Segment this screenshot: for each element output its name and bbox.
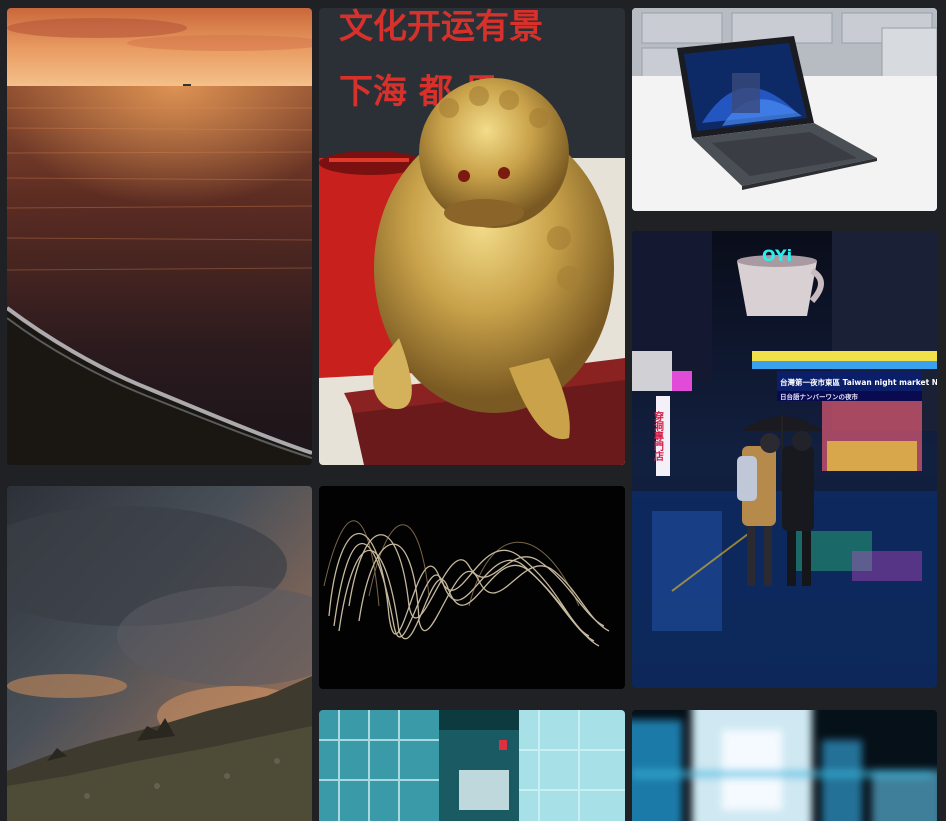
photo-glass-building[interactable] (319, 710, 625, 821)
sunset-image (7, 8, 312, 465)
photo-laptop-on-counter[interactable] (632, 8, 937, 211)
photo-gallery-grid: 文化开运有景 下海 都 果 OYi 台灣第一夜市東區 Taiwan night … (0, 0, 946, 821)
blur-image (632, 710, 937, 821)
vertical-sign: 穿洞專門店 (652, 410, 664, 462)
photo-blurred-cyan-lights[interactable] (632, 710, 937, 821)
street-image: OYi 台灣第一夜市東區 Taiwan night market NO.1 日台… (632, 231, 937, 688)
laptop-image (632, 8, 937, 211)
dusk-image (7, 486, 312, 821)
photo-golden-lion-statue[interactable]: 文化开运有景 下海 都 果 (319, 8, 625, 465)
photo-neon-street-umbrella[interactable]: OYi 台灣第一夜市東區 Taiwan night market NO.1 日台… (632, 231, 937, 688)
lion-image: 文化开运有景 下海 都 果 (319, 8, 625, 465)
market-sign: 台灣第一夜市東區 Taiwan night market NO.1 (780, 377, 937, 387)
oyi-sign: OYi (762, 246, 792, 265)
market-sign-line2: 日台語ナンバーワンの夜市 (780, 392, 859, 401)
building-image (319, 710, 625, 821)
photo-light-trail-abstract[interactable] (319, 486, 625, 689)
lion-sign-line1: 文化开运有景 (339, 8, 543, 47)
photo-sunset-over-sea[interactable] (7, 8, 312, 465)
photo-cloudy-hillside-dusk[interactable] (7, 486, 312, 821)
light-trail-image (319, 486, 625, 689)
